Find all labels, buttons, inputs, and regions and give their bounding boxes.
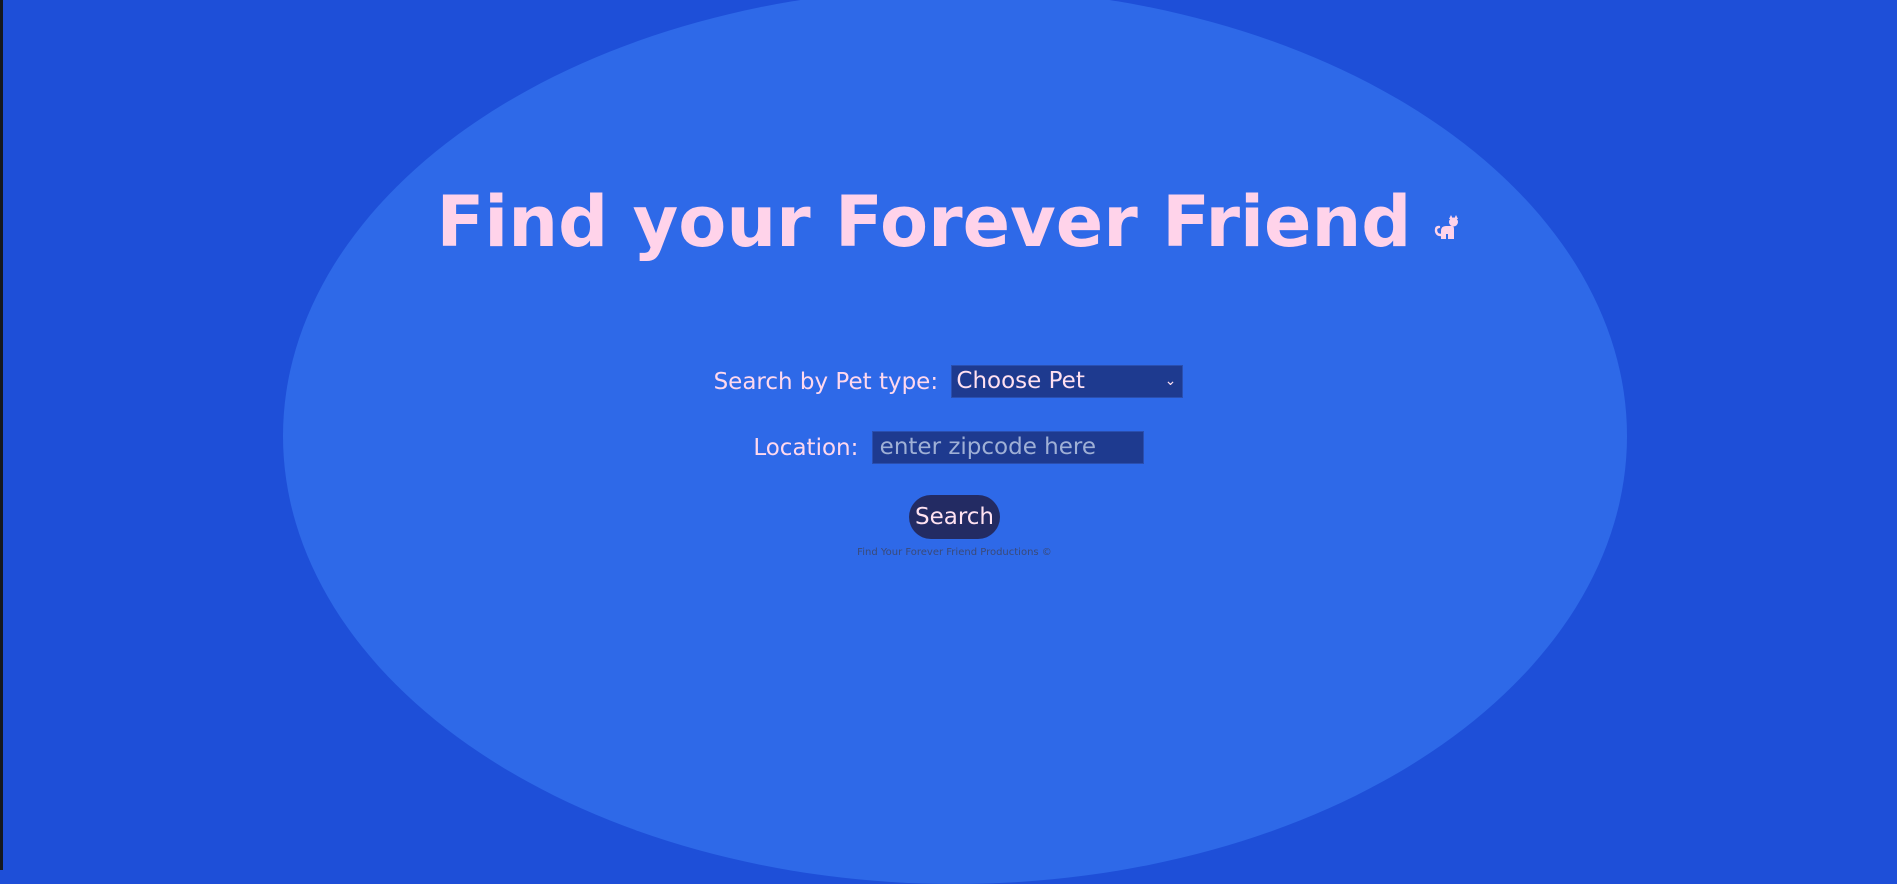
chevron-down-icon: ⌄ bbox=[1164, 373, 1177, 389]
header: Find your Forever Friend bbox=[0, 180, 1897, 264]
pet-type-label: Search by Pet type: bbox=[713, 368, 939, 395]
main-content: Find your Forever Friend Search by Pet t… bbox=[0, 0, 1897, 870]
footer-text: Find Your Forever Friend Productions © bbox=[857, 547, 1052, 558]
zipcode-input[interactable]: enter zipcode here bbox=[871, 431, 1144, 464]
search-button-row: Search bbox=[0, 495, 1897, 539]
page-title: Find your Forever Friend bbox=[436, 181, 1412, 263]
pet-type-selected-value: Choose Pet bbox=[956, 368, 1085, 394]
footer: Find Your Forever Friend Productions © bbox=[0, 540, 1897, 559]
pet-type-select[interactable]: Choose Pet ⌄ bbox=[951, 365, 1184, 398]
search-button[interactable]: Search bbox=[908, 495, 1001, 539]
cat-icon bbox=[1433, 213, 1461, 241]
pet-type-row: Search by Pet type: Choose Pet ⌄ bbox=[0, 365, 1897, 398]
location-label: Location: bbox=[753, 434, 859, 461]
location-row: Location: enter zipcode here bbox=[0, 431, 1897, 464]
